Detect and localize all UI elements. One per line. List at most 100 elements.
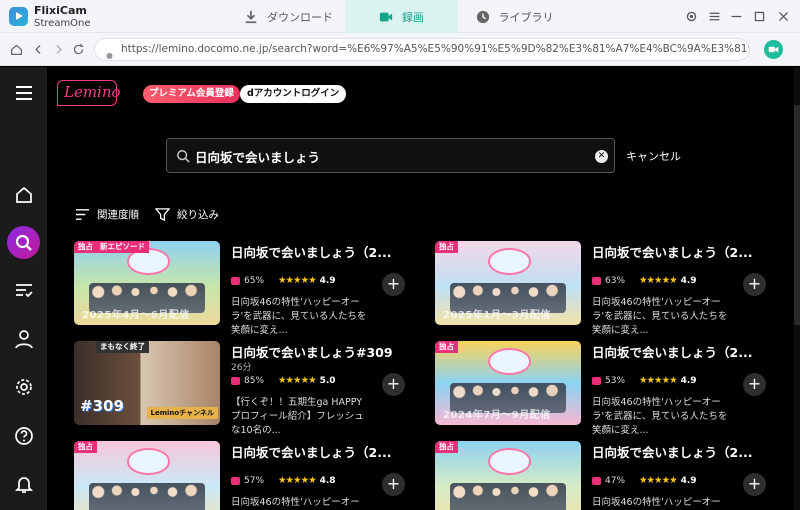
settings-icon[interactable]	[11, 374, 36, 399]
result-thumbnail[interactable]: 独占	[74, 441, 220, 510]
result-title[interactable]: 日向坂で会いましょう（2...	[592, 442, 752, 461]
result-metrics: 85% ★★★★★ 5.0	[231, 375, 336, 386]
match-percent: 53%	[605, 375, 626, 386]
add-to-list-button[interactable]: +	[382, 273, 405, 296]
search-input[interactable]	[195, 144, 585, 168]
scrollbar-thumb[interactable]	[794, 105, 800, 325]
menu-icon[interactable]	[706, 8, 722, 24]
result-card[interactable]: 独占 2025年1月～3月配信 日向坂で会いましょう（2... 63% ★★★★…	[435, 241, 768, 336]
close-icon[interactable]	[775, 8, 791, 24]
record-button[interactable]	[764, 40, 783, 59]
d-account-login-button[interactable]: dアカウントログイン	[240, 85, 347, 103]
notification-bell-icon[interactable]	[11, 471, 36, 496]
tab-download[interactable]: ダウンロード	[232, 0, 345, 33]
new-episode-badge: 新エピソード	[96, 241, 149, 253]
result-title[interactable]: 日向坂で会いましょう（2...	[231, 442, 391, 461]
thumbnail-period-text: 2025年4月～6月配信	[82, 310, 190, 321]
tab-label: ライブラリ	[498, 10, 554, 24]
channel-badge: Leminoチャンネル	[146, 407, 218, 419]
address-bar: ● https://lemino.docomo.ne.jp/search?wor…	[0, 33, 800, 66]
lemino-logo[interactable]: Lemino	[57, 80, 121, 106]
camera-icon	[768, 46, 779, 53]
match-percent: 63%	[605, 275, 626, 286]
result-description: 日向坂46の特性'ハッピーオーラ'を武	[592, 497, 721, 508]
clock-icon	[476, 10, 489, 23]
episode-number-text: #309	[80, 397, 124, 415]
result-card[interactable]: 独占 日向坂で会いましょう（2... 47% ★★★★★ 4.9 日向坂46の特…	[435, 441, 768, 510]
add-to-list-button[interactable]: +	[743, 473, 766, 496]
match-percent: 85%	[244, 375, 265, 386]
result-card[interactable]: 独占 日向坂で会いましょう（2... 57% ★★★★★ 4.8 日向坂46の特…	[74, 441, 407, 510]
result-card[interactable]: まもなく終了 #309 Leminoチャンネル 日向坂で会いましょう#309 2…	[74, 341, 407, 436]
add-to-list-button[interactable]: +	[743, 273, 766, 296]
result-thumbnail[interactable]: 独占 新エピソード 2025年4月～6月配信	[74, 241, 220, 325]
add-to-list-button[interactable]: +	[382, 473, 405, 496]
url-text: https://lemino.docomo.ne.jp/search?word=…	[121, 43, 749, 55]
maximize-icon[interactable]	[751, 8, 767, 24]
result-metrics: 57% ★★★★★ 4.8	[231, 475, 336, 486]
exclusive-badge: 独占	[435, 341, 458, 353]
cancel-button[interactable]: キャンセル	[626, 148, 681, 164]
match-percent: 47%	[605, 475, 626, 486]
account-icon[interactable]	[11, 326, 36, 351]
watchlist-icon[interactable]	[11, 278, 36, 303]
home-icon[interactable]	[8, 41, 24, 57]
result-description: 日向坂46の特性'ハッピーオーラ'を武器に、見ている人たちを笑顔に変え...	[231, 297, 367, 336]
match-icon	[592, 276, 601, 285]
star-rating-icon: ★★★★★	[278, 375, 317, 386]
search-nav-icon[interactable]	[7, 226, 40, 259]
result-thumbnail[interactable]: 独占 2024年7月～9月配信	[435, 341, 581, 425]
tab-record[interactable]: 録画	[345, 0, 458, 33]
match-icon	[592, 376, 601, 385]
tab-library[interactable]: ライブラリ	[458, 0, 571, 33]
result-thumbnail[interactable]: まもなく終了 #309 Leminoチャンネル	[74, 341, 220, 425]
result-card[interactable]: 独占 新エピソード 2025年4月～6月配信 日向坂で会いましょう（2... 6…	[74, 241, 407, 336]
star-rating-icon: ★★★★★	[639, 275, 678, 286]
home-nav-icon[interactable]	[11, 182, 36, 207]
result-thumbnail[interactable]: 独占 2025年1月～3月配信	[435, 241, 581, 325]
ending-soon-badge: まもなく終了	[96, 341, 149, 353]
result-title[interactable]: 日向坂で会いましょう（2...	[231, 242, 391, 261]
url-field[interactable]: ● https://lemino.docomo.ne.jp/search?wor…	[94, 38, 750, 61]
app-logo-icon	[9, 7, 28, 26]
result-description: 【行くぞ！！五期生ga HAPPYプロフィール紹介】フレッシュな10名の...	[231, 397, 364, 436]
filter-control[interactable]: 絞り込み	[155, 207, 219, 222]
hamburger-menu-icon[interactable]	[11, 80, 36, 105]
back-icon[interactable]	[30, 41, 46, 57]
rating-value: 4.9	[680, 475, 697, 486]
site-sidebar	[0, 67, 47, 510]
search-icon	[177, 150, 190, 163]
settings-gear-icon[interactable]	[683, 8, 699, 24]
tab-label: 録画	[402, 10, 424, 24]
exclusive-badge: 独占	[74, 441, 97, 453]
sort-icon	[75, 209, 90, 220]
add-to-list-button[interactable]: +	[382, 373, 405, 396]
result-thumbnail[interactable]: 独占	[435, 441, 581, 510]
result-metrics: 53% ★★★★★ 4.9	[592, 375, 697, 386]
star-rating-icon: ★★★★★	[278, 475, 317, 486]
result-title[interactable]: 日向坂で会いましょう（2...	[592, 342, 752, 361]
premium-signup-button[interactable]: プレミアム会員登録	[143, 85, 240, 103]
reload-icon[interactable]	[70, 41, 86, 57]
result-metrics: 47% ★★★★★ 4.9	[592, 475, 697, 486]
filter-label: 絞り込み	[177, 209, 219, 221]
help-icon[interactable]	[11, 423, 36, 448]
add-to-list-button[interactable]: +	[743, 373, 766, 396]
search-box: ✕	[166, 138, 615, 173]
result-description: 日向坂46の特性'ハッピーオーラ'を武器に、見ている人たちを笑顔に変え...	[592, 297, 728, 336]
rating-value: 4.9	[319, 275, 336, 286]
title-bar: FlixiCam StreamOne ダウンロード 録画 ライブラリ	[0, 0, 800, 33]
forward-icon[interactable]	[50, 41, 66, 57]
minimize-icon[interactable]	[728, 8, 744, 24]
result-title[interactable]: 日向坂で会いましょう#309	[231, 342, 393, 361]
match-icon	[231, 476, 240, 485]
tab-label: ダウンロード	[267, 10, 333, 24]
result-title[interactable]: 日向坂で会いましょう（2...	[592, 242, 752, 261]
star-rating-icon: ★★★★★	[639, 475, 678, 486]
lock-icon: ●	[106, 51, 113, 60]
sort-control[interactable]: 関連度順	[75, 207, 139, 222]
star-rating-icon: ★★★★★	[278, 275, 317, 286]
result-card[interactable]: 独占 2024年7月～9月配信 日向坂で会いましょう（2... 53% ★★★★…	[435, 341, 768, 436]
clear-search-icon[interactable]: ✕	[595, 150, 608, 163]
mode-tabs: ダウンロード 録画 ライブラリ	[232, 0, 571, 33]
